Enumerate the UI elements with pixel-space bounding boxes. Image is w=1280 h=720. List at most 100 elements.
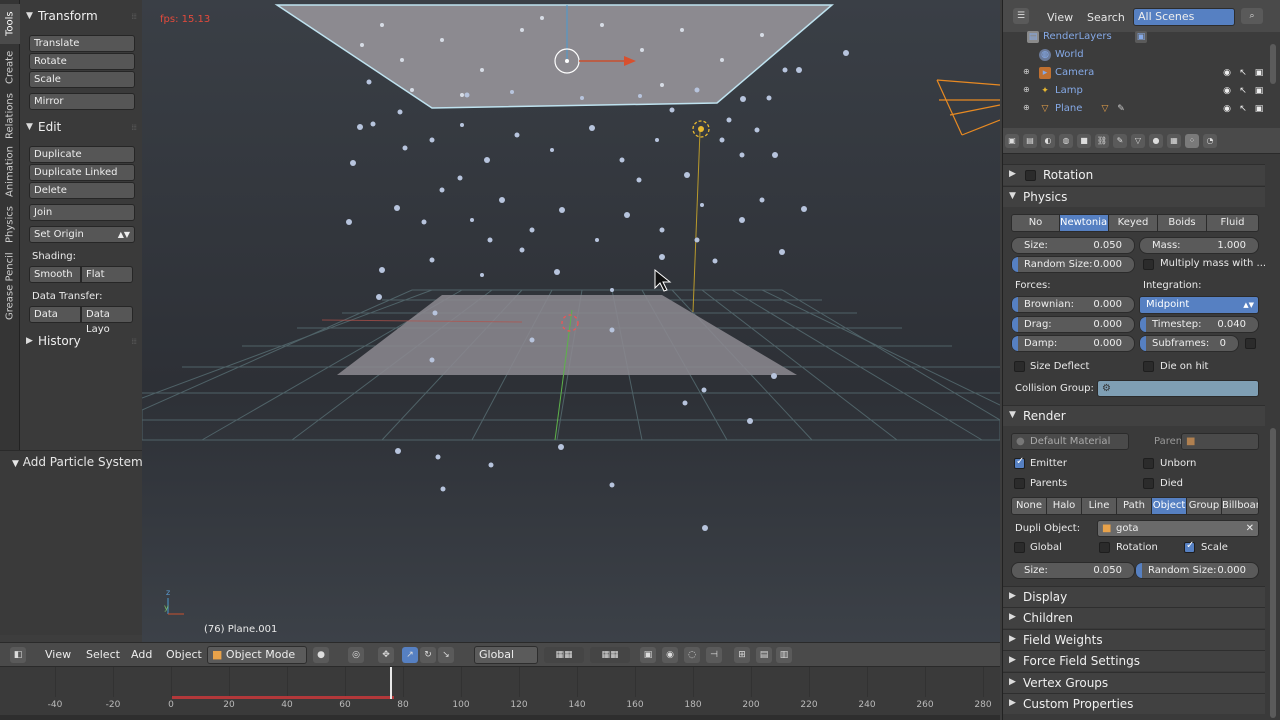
particles-tab-icon[interactable]: ⁘ [1185,134,1199,148]
tab-animation[interactable]: Animation [0,144,20,200]
visibility-eye-icon[interactable]: ◉ [1221,67,1233,79]
children-section-header[interactable]: ▶ Children [1003,607,1265,628]
physics-type-keyed[interactable]: Keyed [1108,214,1158,232]
render-type-path[interactable]: Path [1116,497,1152,515]
visibility-eye-icon[interactable]: ◉ [1221,103,1233,115]
render-random-size-field[interactable]: Random Size: 0.000 [1135,562,1259,579]
rotation-enable-checkbox[interactable] [1025,170,1036,181]
outliner-search-menu[interactable]: Search [1087,11,1125,24]
render-settings-icon[interactable]: ▣ [1135,31,1147,43]
render-opengl-icon[interactable]: ⊞ [734,647,750,663]
die-on-hit-checkbox[interactable] [1143,361,1154,372]
render-type-group[interactable]: Group [1186,497,1222,515]
mesh-data-tab-icon[interactable]: ▽ [1131,134,1145,148]
custom-properties-section-header[interactable]: ▶ Custom Properties [1003,693,1265,714]
dupli-object-field[interactable]: ■ gota ✕ [1097,520,1259,537]
renderability-camera-icon[interactable]: ▣ [1253,103,1265,115]
multiply-mass-checkbox[interactable] [1143,259,1154,270]
selectability-cursor-icon[interactable]: ↖ [1237,67,1249,79]
emitter-checkbox[interactable] [1014,456,1025,469]
subframes-field[interactable]: Subframes: 0 [1139,335,1239,352]
selectability-cursor-icon[interactable]: ↖ [1237,103,1249,115]
expand-icon[interactable]: ⊕ [1023,103,1030,112]
drag-grip-icon[interactable]: ⁞⁞⁞ [131,337,137,346]
tab-physics[interactable]: Physics [0,202,20,248]
mode-selector[interactable]: ■ Object Mode [207,646,307,664]
viewport-scene[interactable] [142,0,1000,642]
expand-icon[interactable]: ⊕ [1023,85,1030,94]
field-weights-section-header[interactable]: ▶ Field Weights [1003,629,1265,650]
properties-scrollbar[interactable] [1270,428,1276,718]
physics-section-header[interactable]: ▼ Physics [1003,186,1265,207]
lock-camera-icon[interactable]: ▣ [640,647,656,663]
layers-grid-b[interactable]: ▦▦ [590,647,630,663]
outliner-editor-icon[interactable]: ☰ [1013,8,1029,24]
view-menu[interactable]: View [45,648,71,661]
physics-type-fluid[interactable]: Fluid [1206,214,1259,232]
translate-button[interactable]: Translate [29,35,135,52]
collision-group-field[interactable]: ⚙ [1097,380,1259,397]
render-tab-icon[interactable]: ▣ [1005,134,1019,148]
outliner-row-camera[interactable]: ⊕ ▸ Camera ◉ ↖ ▣ [1003,64,1265,82]
brownian-field[interactable]: Brownian: 0.000 [1011,296,1135,313]
display-section-header[interactable]: ▶ Display [1003,586,1265,607]
mirror-button[interactable]: Mirror [29,93,135,110]
rotate-manipulator-icon[interactable]: ↻ [420,647,436,663]
outliner-view-menu[interactable]: View [1047,11,1073,24]
selectability-cursor-icon[interactable]: ↖ [1237,85,1249,97]
duplicate-linked-button[interactable]: Duplicate Linked [29,164,135,181]
material-dropdown[interactable]: ● Default Material [1011,433,1129,450]
edit-panel-header[interactable]: ▼ Edit ⁞⁞⁞ [26,117,138,137]
integration-dropdown[interactable]: Midpoint ▲▼ [1139,296,1259,314]
visibility-eye-icon[interactable]: ◉ [1221,85,1233,97]
modifiers-tab-icon[interactable]: ✎ [1113,134,1127,148]
render-layers-tab-icon[interactable]: ▤ [1023,134,1037,148]
join-button[interactable]: Join [29,204,135,221]
physics-size-field[interactable]: Size: 0.050 [1011,237,1135,254]
modifier-wrench-icon[interactable]: ✎ [1115,103,1127,115]
force-field-settings-section-header[interactable]: ▶ Force Field Settings [1003,650,1265,671]
drag-grip-icon[interactable]: ⁞⁞⁞ [131,12,137,21]
manipulator-toggle-icon[interactable]: ✥ [378,647,394,663]
snap-element-icon[interactable]: ⊣ [706,647,722,663]
ground-plane[interactable] [337,295,797,375]
layers-grid-a[interactable]: ▦▦ [544,647,584,663]
viewport-shading-icon[interactable]: ● [313,647,329,663]
scale-button[interactable]: Scale [29,71,135,88]
outliner-row-world[interactable]: ◍ World [1003,46,1265,64]
physics-mass-field[interactable]: Mass: 1.000 [1139,237,1259,254]
texture-tab-icon[interactable]: ▦ [1167,134,1181,148]
render-type-none[interactable]: None [1011,497,1047,515]
renderability-camera-icon[interactable]: ▣ [1253,67,1265,79]
size-deflect-checkbox[interactable] [1014,361,1025,372]
mesh-data-icon[interactable]: ▽ [1099,103,1111,115]
scale-manipulator-icon[interactable]: ↘ [438,647,454,663]
object-menu[interactable]: Object [166,648,202,661]
physics-random-size-field[interactable]: Random Size: 0.000 [1011,256,1135,273]
set-origin-dropdown[interactable]: Set Origin ▲▼ [29,226,135,243]
add-menu[interactable]: Add [131,648,152,661]
data-layout-button[interactable]: Data Layo [81,306,133,335]
tab-relations[interactable]: Relations [0,90,20,142]
object-tab-icon[interactable]: ■ [1077,134,1091,148]
tab-create[interactable]: Create [0,46,20,88]
rotation-section-header[interactable]: ▶ Rotation [1003,164,1265,185]
editor-type-icon[interactable]: ◧ [10,647,26,663]
subframes-adaptive-checkbox[interactable] [1245,338,1256,349]
snap-icon[interactable]: ◌ [684,647,700,663]
parent-field[interactable]: ■ [1181,433,1259,450]
clear-x-icon[interactable]: ✕ [1246,521,1254,536]
transform-panel-header[interactable]: ▼ Transform ⁞⁞⁞ [26,6,138,26]
scene-filter-dropdown[interactable]: All Scenes [1133,8,1235,26]
render-type-halo[interactable]: Halo [1046,497,1082,515]
flat-button[interactable]: Flat [81,266,133,283]
pivot-point-icon[interactable]: ◎ [348,647,364,663]
scale-checkbox[interactable] [1184,540,1195,553]
delete-button[interactable]: Delete [29,182,135,199]
translate-manipulator-icon[interactable]: ↗ [402,647,418,663]
material-tab-icon[interactable]: ● [1149,134,1163,148]
playhead[interactable] [390,667,393,699]
physics-type-boids[interactable]: Boids [1157,214,1207,232]
physics-type-newtonian[interactable]: Newtonian [1059,214,1113,232]
duplicate-button[interactable]: Duplicate [29,146,135,163]
